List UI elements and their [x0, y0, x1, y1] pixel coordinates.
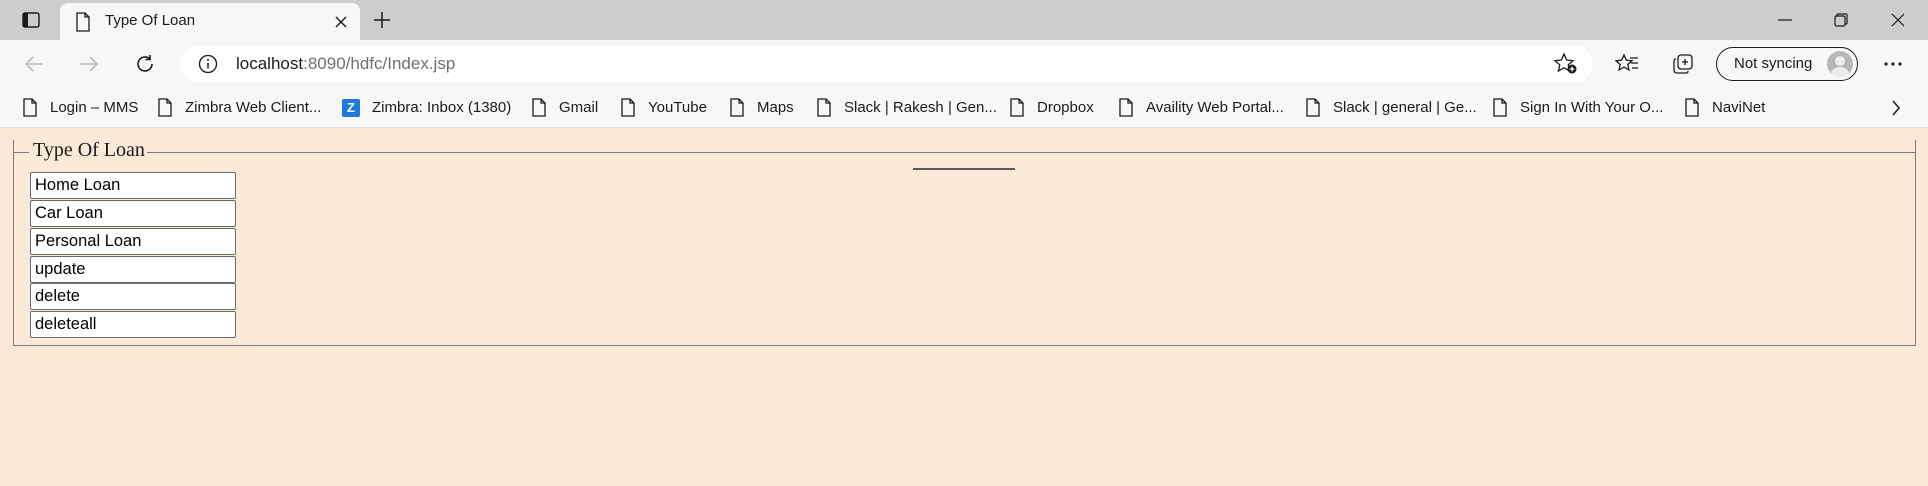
address-bar[interactable]: localhost:8090/hdfc/Index.jsp	[180, 46, 1593, 82]
bookmark-item[interactable]: Sign In With Your O...	[1492, 88, 1663, 127]
browser-toolbar: localhost:8090/hdfc/Index.jsp Not syncin…	[0, 40, 1928, 88]
chevron-right-icon	[1892, 100, 1900, 116]
active-tab[interactable]: Type Of Loan	[60, 3, 360, 40]
horizontal-rule	[913, 168, 1015, 170]
url-text[interactable]: localhost:8090/hdfc/Index.jsp	[236, 54, 455, 74]
page-icon	[23, 98, 37, 117]
zimbra-icon: Z	[342, 98, 360, 117]
delete-input[interactable]	[30, 283, 236, 310]
collections-icon	[1673, 54, 1693, 74]
bookmark-label: Sign In With Your O...	[1520, 99, 1664, 116]
bookmark-item[interactable]: Availity Web Portal...	[1118, 88, 1284, 127]
profile-button[interactable]: Not syncing	[1716, 47, 1858, 81]
bookmark-item[interactable]: Dropbox	[1009, 88, 1094, 127]
collections-button[interactable]	[1667, 49, 1699, 79]
close-window-button[interactable]	[1870, 0, 1926, 40]
page-icon	[158, 98, 172, 117]
more-horizontal-icon	[1884, 62, 1902, 66]
bookmark-label: Availity Web Portal...	[1146, 99, 1284, 116]
bookmark-item[interactable]: Maps	[729, 88, 794, 127]
bookmark-label: Login – MMS	[50, 99, 139, 116]
tab-actions-button[interactable]	[14, 6, 48, 34]
personal-loan-input[interactable]	[30, 228, 236, 255]
bookmark-label: Maps	[757, 99, 794, 116]
page-icon	[621, 98, 635, 117]
tab-title: Type Of Loan	[105, 12, 196, 29]
bookmark-item[interactable]: YouTube	[620, 88, 707, 127]
tab-close-button[interactable]	[330, 11, 352, 33]
close-icon	[335, 16, 347, 28]
reload-icon	[137, 55, 153, 72]
tab-strip: Type Of Loan	[0, 0, 1928, 40]
bookmark-item[interactable]: Gmail	[531, 88, 598, 127]
bookmark-item[interactable]: NaviNet	[1684, 88, 1765, 127]
add-favorite-icon[interactable]	[1553, 52, 1579, 76]
close-icon	[1891, 13, 1905, 27]
loan-type-fieldset	[13, 140, 1916, 346]
page-icon	[1685, 98, 1699, 117]
restore-icon	[1834, 13, 1848, 27]
plus-icon	[374, 12, 390, 28]
bookmark-label: Zimbra: Inbox (1380)	[372, 99, 512, 116]
bookmark-label: Slack | Rakesh | Gen...	[844, 99, 997, 116]
restore-button[interactable]	[1813, 0, 1869, 40]
reload-button[interactable]	[129, 49, 161, 79]
profile-status-label: Not syncing	[1734, 55, 1813, 72]
new-tab-button[interactable]	[367, 6, 397, 34]
bookmarks-bar: Login – MMS Zimbra Web Client... Z Zimbr…	[0, 88, 1928, 128]
arrow-right-icon	[80, 56, 99, 72]
url-path: :8090/hdfc/Index.jsp	[303, 54, 456, 73]
person-icon	[1830, 56, 1850, 77]
info-icon[interactable]	[198, 54, 218, 74]
fieldset-legend: Type Of Loan	[33, 139, 145, 161]
car-loan-input[interactable]	[30, 200, 236, 227]
settings-more-button[interactable]	[1877, 49, 1909, 79]
bookmark-label: Slack | general | Ge...	[1333, 99, 1477, 116]
bookmark-item[interactable]: Zimbra Web Client...	[157, 88, 321, 127]
page-icon	[1306, 98, 1320, 117]
update-input[interactable]	[30, 256, 236, 283]
url-host: localhost	[236, 54, 304, 73]
page-icon	[1119, 98, 1133, 117]
tab-actions-icon	[22, 12, 40, 28]
forward-button[interactable]	[73, 49, 105, 79]
minimize-button[interactable]	[1757, 0, 1813, 40]
bookmark-item[interactable]: Slack | general | Ge...	[1305, 88, 1477, 127]
page-icon	[76, 12, 90, 32]
bookmark-item[interactable]: Login – MMS	[22, 88, 138, 127]
deleteall-input[interactable]	[30, 311, 236, 338]
home-loan-input[interactable]	[30, 172, 236, 199]
arrow-left-icon	[24, 56, 43, 72]
page-icon	[817, 98, 831, 117]
bookmark-label: NaviNet	[1712, 99, 1766, 116]
bookmark-label: Gmail	[559, 99, 599, 116]
page-icon	[730, 98, 744, 117]
bookmark-item[interactable]: Slack | Rakesh | Gen...	[816, 88, 997, 127]
bookmark-label: YouTube	[648, 99, 707, 116]
minimize-icon	[1778, 19, 1792, 21]
bookmarks-overflow-button[interactable]	[1882, 94, 1910, 122]
favorites-button[interactable]	[1611, 49, 1643, 79]
page-icon	[532, 98, 546, 117]
bookmark-item[interactable]: Z Zimbra: Inbox (1380)	[342, 88, 511, 127]
favorites-icon	[1615, 53, 1638, 72]
page-content: Type Of Loan	[0, 128, 1928, 486]
page-icon	[1010, 98, 1024, 117]
bookmark-label: Zimbra Web Client...	[185, 99, 322, 116]
back-button[interactable]	[18, 49, 50, 79]
bookmark-label: Dropbox	[1037, 99, 1094, 116]
page-icon	[1493, 98, 1507, 117]
avatar	[1827, 51, 1853, 77]
